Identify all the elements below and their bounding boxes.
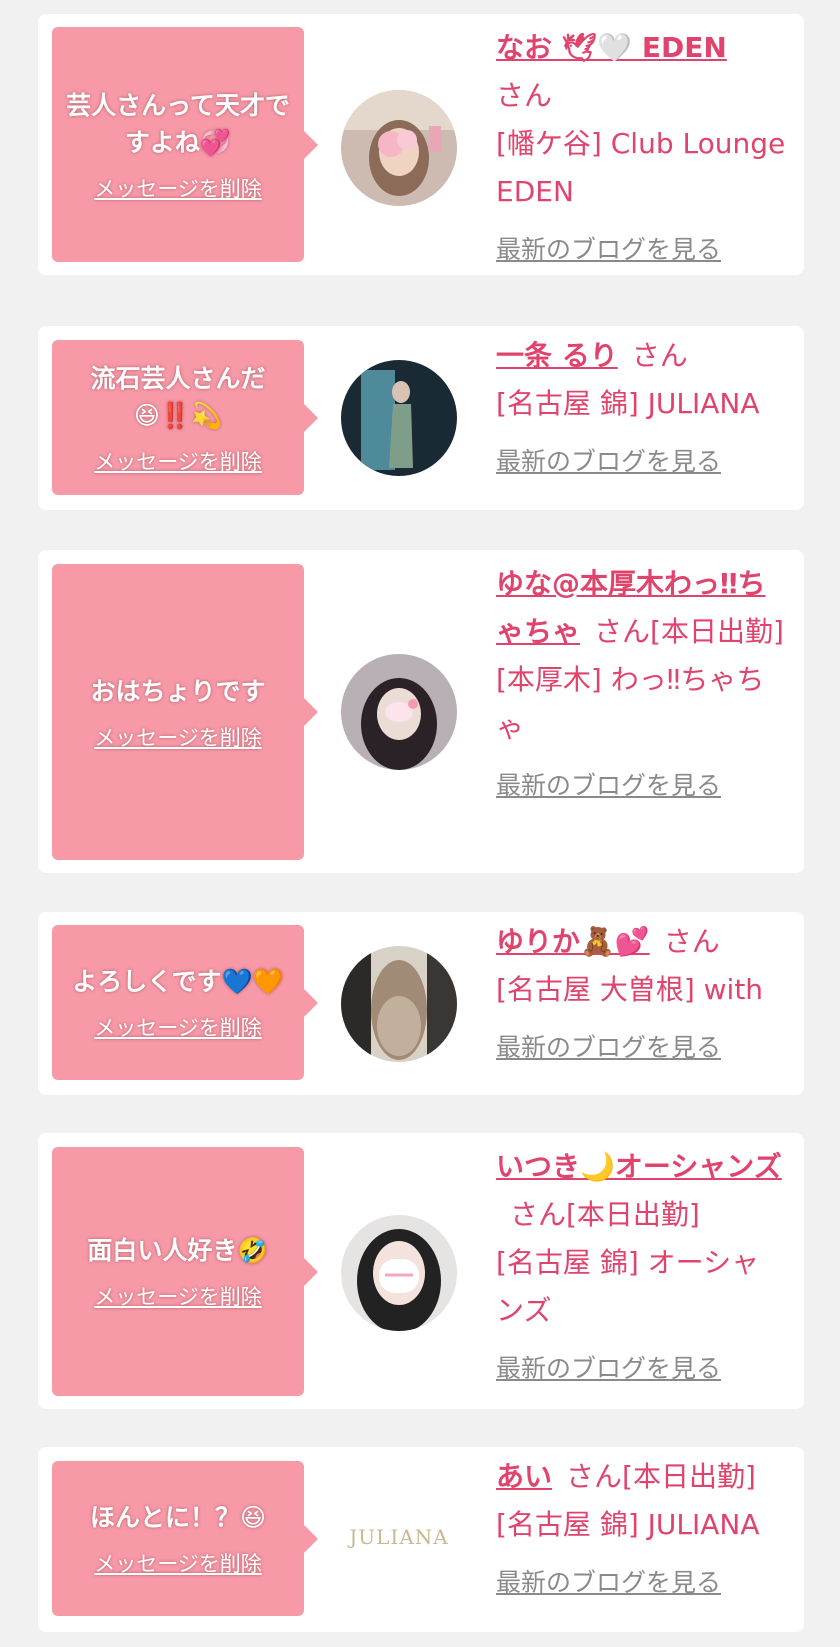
shop-name: [名古屋 錦] JULIANA bbox=[496, 1508, 760, 1541]
blog-link[interactable]: 最新のブログを見る bbox=[496, 438, 786, 486]
delete-message-link[interactable]: メッセージを削除 bbox=[94, 1548, 262, 1578]
shop-name: [本厚木] わっ‼ちゃちゃ bbox=[496, 663, 765, 744]
honorific: さん bbox=[663, 925, 720, 958]
honorific: さん bbox=[631, 339, 688, 372]
blog-link[interactable]: 最新のブログを見る bbox=[496, 1559, 786, 1607]
shop-name: [幡ケ谷] Club Lounge EDEN bbox=[496, 127, 786, 208]
avatar[interactable] bbox=[341, 946, 457, 1062]
message-bubble: 芸人さんって天才ですよね💞 メッセージを削除 bbox=[52, 27, 318, 262]
cast-info: いつき🌙オーシャンズさん[本日出勤] [名古屋 錦] オーシャンズ 最新のブログ… bbox=[496, 1143, 786, 1393]
honorific: さん[本日出勤] bbox=[566, 1460, 756, 1493]
delete-message-link[interactable]: メッセージを削除 bbox=[94, 1281, 262, 1311]
honorific: さん bbox=[496, 79, 553, 112]
honorific: さん[本日出勤] bbox=[510, 1198, 700, 1231]
avatar[interactable] bbox=[341, 654, 457, 770]
message-card: おはちょりです メッセージを削除 ゆな@本厚木わっ‼ちゃちゃ さん[本日出勤] [… bbox=[38, 550, 804, 873]
delete-message-link[interactable]: メッセージを削除 bbox=[94, 722, 262, 752]
cast-info: ゆな@本厚木わっ‼ちゃちゃ さん[本日出勤] [本厚木] わっ‼ちゃちゃ 最新のブ… bbox=[496, 560, 786, 810]
avatar[interactable] bbox=[341, 360, 457, 476]
message-text: おはちょりです bbox=[90, 676, 266, 706]
avatar[interactable] bbox=[341, 1215, 457, 1331]
cast-name-link[interactable]: ゆりか🧸💕 bbox=[496, 925, 650, 958]
message-bubble: よろしくです💙🧡 メッセージを削除 bbox=[52, 925, 318, 1080]
message-card: 面白い人好き🤣 メッセージを削除 いつき🌙オーシャンズさん[本日出勤] [名古屋… bbox=[38, 1133, 804, 1409]
cast-name-link[interactable]: なお 🕊🤍 EDEN bbox=[496, 31, 727, 64]
message-bubble: ほんとに！？😆 メッセージを削除 bbox=[52, 1461, 318, 1616]
shop-name: [名古屋 大曽根] with bbox=[496, 973, 764, 1006]
shop-name: [名古屋 錦] オーシャンズ bbox=[496, 1246, 760, 1327]
honorific: さん[本日出勤] bbox=[594, 615, 784, 648]
blog-link[interactable]: 最新のブログを見る bbox=[496, 1345, 786, 1393]
delete-message-link[interactable]: メッセージを削除 bbox=[94, 446, 262, 476]
message-card: 芸人さんって天才ですよね💞 メッセージを削除 なお 🕊🤍 EDEN さん [幡ケ… bbox=[38, 14, 804, 275]
message-bubble: 面白い人好き🤣 メッセージを削除 bbox=[52, 1147, 318, 1396]
cast-name-link[interactable]: 一条 るり bbox=[496, 339, 618, 372]
message-bubble: 流石芸人さんだ😆‼️💫 メッセージを削除 bbox=[52, 340, 318, 495]
blog-link[interactable]: 最新のブログを見る bbox=[496, 1024, 786, 1072]
message-card: よろしくです💙🧡 メッセージを削除 ゆりか🧸💕 さん [名古屋 大曽根] with… bbox=[38, 912, 804, 1095]
message-card: 流石芸人さんだ😆‼️💫 メッセージを削除 一条 るり さん [名古屋 錦] JUL… bbox=[38, 326, 804, 510]
avatar[interactable] bbox=[341, 90, 457, 206]
message-bubble: おはちょりです メッセージを削除 bbox=[52, 564, 318, 860]
message-text: ほんとに！？😆 bbox=[89, 1503, 267, 1532]
delete-message-link[interactable]: メッセージを削除 bbox=[94, 173, 262, 203]
blog-link[interactable]: 最新のブログを見る bbox=[496, 226, 786, 274]
message-card: ほんとに！？😆 メッセージを削除 JULIANA あい さん[本日出勤] [名古屋… bbox=[38, 1447, 804, 1632]
shop-logo[interactable]: JULIANA bbox=[341, 1517, 457, 1557]
shop-name: [名古屋 錦] JULIANA bbox=[496, 387, 760, 420]
cast-info: ゆりか🧸💕 さん [名古屋 大曽根] with 最新のブログを見る bbox=[496, 918, 786, 1072]
cast-name-link[interactable]: いつき🌙オーシャンズ bbox=[496, 1150, 782, 1183]
message-text: 芸人さんって天才ですよね💞 bbox=[66, 90, 290, 157]
message-text: よろしくです💙🧡 bbox=[72, 967, 284, 996]
blog-link[interactable]: 最新のブログを見る bbox=[496, 762, 786, 810]
message-text: 流石芸人さんだ😆‼️💫 bbox=[90, 363, 266, 430]
cast-info: 一条 るり さん [名古屋 錦] JULIANA 最新のブログを見る bbox=[496, 332, 786, 486]
shop-logo-text: JULIANA bbox=[349, 1525, 449, 1549]
cast-info: あい さん[本日出勤] [名古屋 錦] JULIANA 最新のブログを見る bbox=[496, 1453, 786, 1607]
message-text: 面白い人好き🤣 bbox=[87, 1236, 269, 1265]
delete-message-link[interactable]: メッセージを削除 bbox=[94, 1012, 262, 1042]
cast-info: なお 🕊🤍 EDEN さん [幡ケ谷] Club Lounge EDEN 最新の… bbox=[496, 24, 786, 274]
cast-name-link[interactable]: あい bbox=[496, 1460, 552, 1493]
